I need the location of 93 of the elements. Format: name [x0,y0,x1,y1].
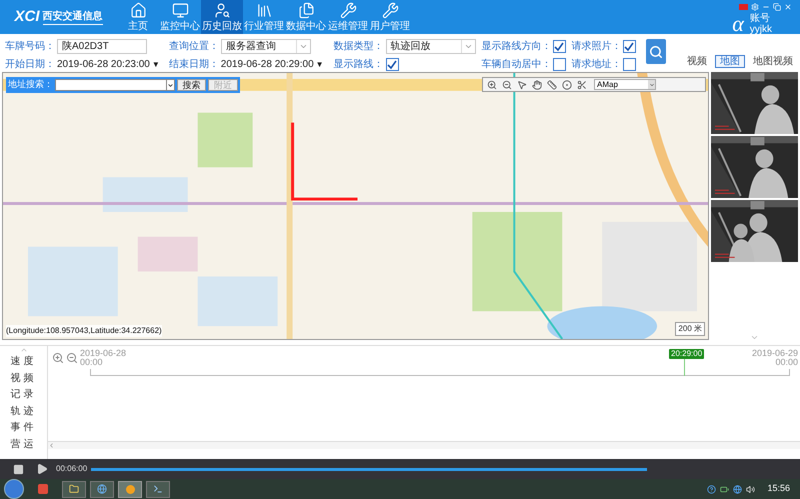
progress-bar[interactable] [91,468,647,470]
wrench-icon [340,2,356,19]
nav-tab[interactable]: 主页 [117,0,159,34]
channel-item[interactable]: 速度 [10,354,36,370]
plate-field[interactable]: 陕A02D3T [57,39,147,54]
pointer-icon[interactable] [517,80,527,90]
scissors-icon[interactable] [577,80,587,90]
end-date-label: 结束日期： [168,58,219,72]
playback-time: 00:06:00 [56,463,88,475]
binders-icon [256,2,272,19]
timeline-end-label: 00:00 [775,358,798,367]
horizontal-scrollbar[interactable] [48,441,800,449]
zoom-in-icon[interactable] [52,352,64,364]
start-date-label: 开始日期： [5,58,55,72]
nav-tab[interactable]: 数据中心 [285,0,327,34]
option-label: 车辆自动居中： [482,58,552,72]
timeline-end-label: 2019-06-29 [752,349,798,358]
dropdown-caret[interactable]: ▼ [316,58,324,70]
logo-mark: XCI [14,6,40,27]
option-label: 显示路线方向： [482,40,552,54]
end-date-value[interactable]: 2019-06-28 20:29:00 [220,57,314,72]
network-icon[interactable] [733,484,742,494]
address-search-field[interactable] [55,79,175,91]
nav-tab[interactable]: 监控中心 [159,0,201,34]
account-label: 账号 [750,13,771,24]
monitor-icon [172,2,188,19]
scroll-left-icon[interactable] [48,442,55,449]
zoom-out-icon[interactable] [502,80,512,90]
show-route-label: 显示路线： [334,58,384,72]
target-icon[interactable] [562,80,572,90]
app-icon[interactable] [38,484,48,494]
globe-icon[interactable] [97,484,107,494]
checkbox[interactable] [622,58,636,71]
start-button[interactable] [4,479,24,499]
nav-tab[interactable]: 行业管理 [243,0,285,34]
checkbox[interactable] [622,40,636,53]
volume-icon[interactable] [746,484,756,494]
play-icon[interactable] [36,463,48,475]
address-search-button[interactable]: 搜索 [176,79,206,91]
restore-icon[interactable] [773,3,781,11]
folder-icon[interactable] [69,484,79,494]
channel-item[interactable]: 记录 [10,387,36,404]
account-logo: α [732,13,744,35]
timeline-start-label: 2019-06-28 [80,349,126,358]
logo-name: 西安交通信息 [42,9,102,25]
hand-icon[interactable] [532,80,542,90]
user-search-icon [214,2,230,19]
checkbox[interactable] [386,58,399,71]
scale-label: 200 米 [675,322,705,336]
location-label: 查询位置： [168,40,219,54]
option-label: 请求地址： [572,58,622,72]
coordinates-text: (Longitude:108.957043,Latitude:34.227662) [6,325,162,337]
channel-item[interactable]: 轨迹 [10,404,36,420]
location-select[interactable]: 服务器查询 [220,39,311,54]
time-marker-line [684,359,685,376]
clock[interactable]: 15:56 [767,482,790,496]
search-button[interactable] [646,39,666,64]
view-tab[interactable]: 视频 [682,55,712,68]
map-provider-select[interactable]: AMap [594,79,656,90]
nav-tab[interactable]: 运维管理 [327,0,369,34]
view-tab[interactable]: 地图 [715,55,745,68]
account-user: yyjkk [750,24,772,35]
help-icon[interactable] [707,484,716,494]
zoom-out-icon[interactable] [66,352,78,364]
battery-icon[interactable] [720,484,730,494]
channel-item[interactable]: 事件 [10,420,36,436]
option-label: 请求照片： [572,40,622,54]
checkbox[interactable] [552,58,566,71]
nav-tab[interactable]: 用户管理 [369,0,411,34]
close-icon[interactable] [784,3,792,11]
checkbox[interactable] [552,40,566,53]
settings-icon[interactable] [751,3,759,11]
nav-tab[interactable]: 历史回放 [201,0,243,34]
caret-icon[interactable] [166,82,174,88]
ruler-icon[interactable] [547,80,557,90]
view-tab[interactable]: 地图视频 [748,55,798,68]
search-icon [648,44,663,58]
files-icon [298,2,314,19]
stop-icon[interactable] [13,464,24,474]
time-marker-label[interactable]: 20:29:00 [669,349,704,359]
zoom-in-icon[interactable] [487,80,497,90]
timeline-start-label: 00:00 [80,358,104,367]
channel-item[interactable]: 营运 [10,436,36,453]
plate-label: 车牌号码： [5,40,55,54]
home-icon [130,2,146,19]
wrench-icon [382,2,398,19]
address-search-label: 地址搜索： [8,78,53,92]
data-type-select[interactable]: 轨迹回放 [386,39,476,54]
start-date-value[interactable]: 2019-06-28 20:23:00 [57,57,150,72]
terminal-icon[interactable] [153,484,163,494]
data-type-label: 数据类型： [334,40,384,54]
dropdown-caret[interactable]: ▼ [152,58,160,70]
channel-item[interactable]: 视频 [10,370,36,387]
